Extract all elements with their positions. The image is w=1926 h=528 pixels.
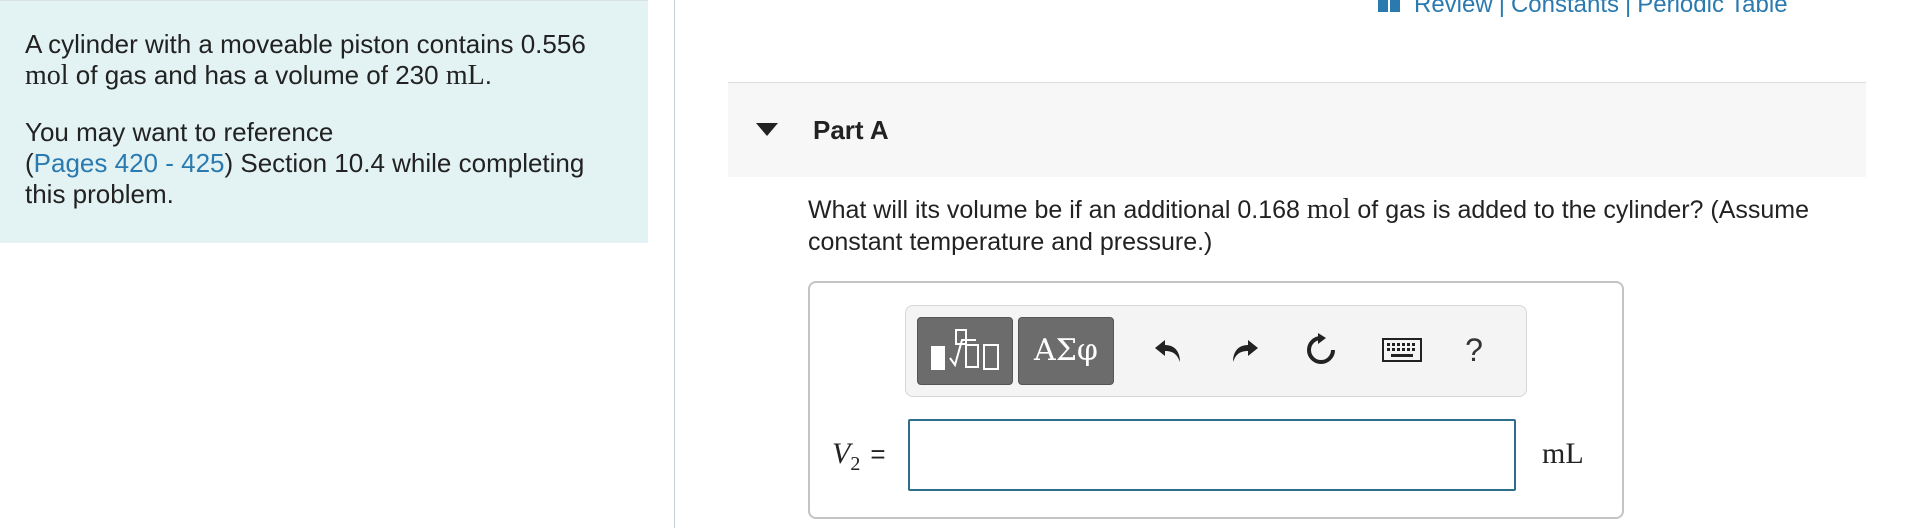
intro-unit-ml: mL (445, 60, 485, 91)
reference-open-paren: ( (25, 148, 34, 178)
math-toolbar: ΑΣφ ? (905, 305, 1527, 397)
intro-unit-mol: mol (25, 60, 69, 91)
greek-letters-button[interactable]: ΑΣφ (1018, 317, 1114, 385)
constants-link[interactable]: Constants (1511, 0, 1619, 18)
equals-sign: = (870, 439, 886, 469)
book-icon (1378, 0, 1400, 12)
intro-text-mid: of gas and has a volume of 230 (68, 60, 439, 90)
help-label: ? (1465, 331, 1483, 368)
answer-box: ΑΣφ ? V2 = mL (808, 281, 1624, 519)
templates-button[interactable] (917, 317, 1013, 385)
reference-pre: You may want to reference (25, 117, 334, 147)
problem-statement: A cylinder with a moveable piston contai… (25, 29, 615, 91)
problem-intro-panel: A cylinder with a moveable piston contai… (0, 0, 648, 243)
column-divider (674, 0, 675, 528)
variable-label: V2 = (832, 437, 886, 476)
part-title: Part A (813, 115, 889, 145)
help-icon[interactable]: ? (1452, 328, 1496, 372)
link-separator: | (1625, 0, 1632, 18)
review-link[interactable]: Review (1414, 0, 1493, 18)
reset-icon[interactable] (1299, 328, 1343, 372)
problem-intro-text: A cylinder with a moveable piston contai… (25, 29, 615, 236)
answer-input[interactable] (908, 419, 1516, 491)
undo-icon[interactable] (1146, 328, 1190, 372)
intro-text-pre: A cylinder with a moveable piston contai… (25, 29, 586, 59)
top-links: Review | Constants | Periodic Table (1378, 0, 1788, 19)
question-text: What will its volume be if an additional… (808, 194, 1868, 258)
redo-icon[interactable] (1223, 328, 1267, 372)
question-pre: What will its volume be if an additional… (808, 196, 1300, 224)
collapse-caret-icon[interactable] (756, 123, 778, 136)
periodic-table-link[interactable]: Periodic Table (1637, 0, 1787, 18)
link-separator: | (1498, 0, 1505, 18)
keyboard-icon[interactable] (1380, 328, 1424, 372)
templates-icon (931, 329, 999, 370)
variable-symbol: V (832, 437, 851, 470)
reference-text: You may want to reference (Pages 420 - 4… (25, 117, 615, 210)
answer-unit: mL (1542, 437, 1584, 470)
variable-subscript: 2 (850, 453, 861, 475)
question-unit-mol: mol (1306, 194, 1351, 225)
reference-pages-link[interactable]: Pages 420 - 425 (34, 148, 225, 178)
intro-text-end: . (484, 60, 492, 90)
part-a-header[interactable]: Part A (728, 82, 1866, 177)
